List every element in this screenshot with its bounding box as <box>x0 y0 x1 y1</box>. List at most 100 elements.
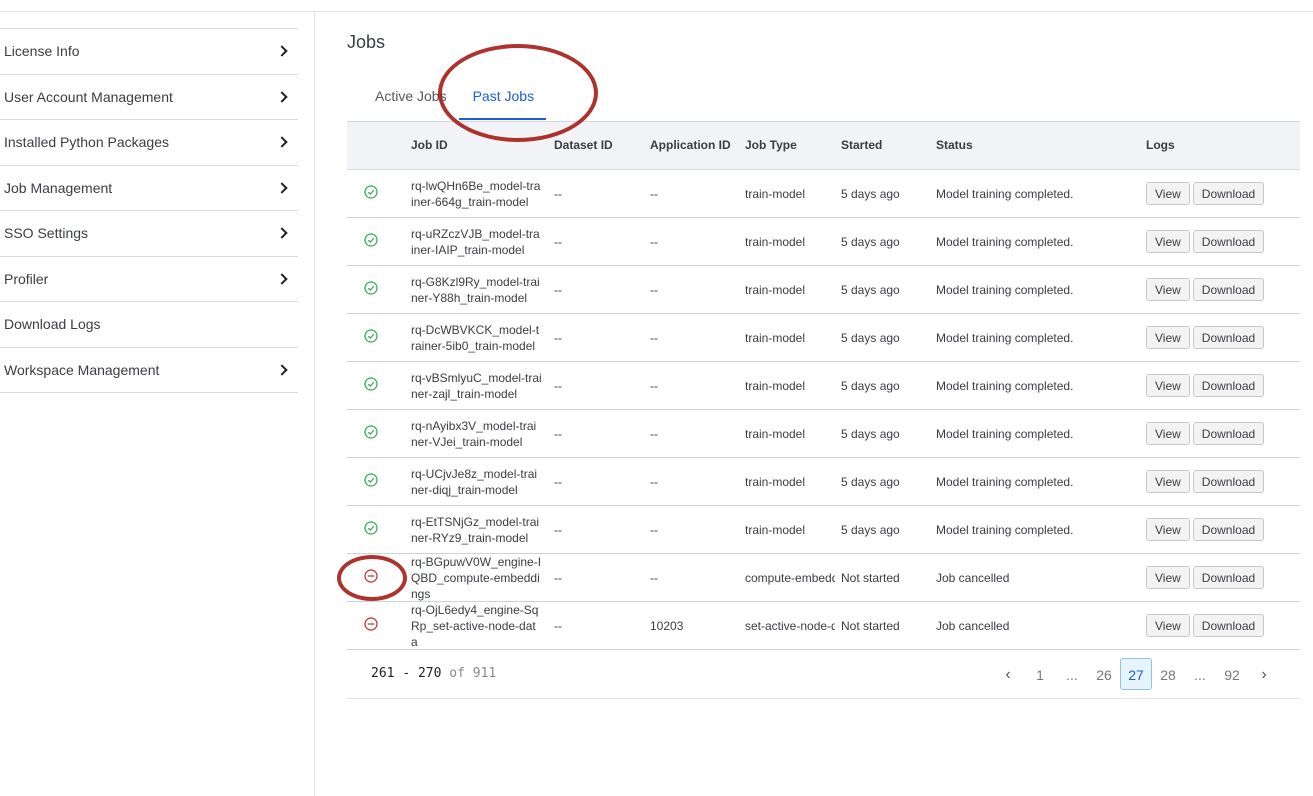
sidebar-item-sso-settings[interactable]: SSO Settings <box>0 211 298 257</box>
view-logs-button[interactable]: View <box>1146 230 1190 253</box>
download-logs-button[interactable]: Download <box>1192 518 1265 541</box>
status-cell <box>347 314 405 362</box>
status-text-cell: Model training completed. <box>936 330 1074 345</box>
check-circle-icon <box>364 233 378 247</box>
job-type-cell: compute-embeddings <box>745 570 835 585</box>
view-logs-button[interactable]: View <box>1146 470 1190 493</box>
page-ellipsis[interactable]: ... <box>1184 658 1216 690</box>
view-logs-button[interactable]: View <box>1146 326 1190 349</box>
status-text-cell: Model training completed. <box>936 282 1074 297</box>
dataset-id-cell: -- <box>554 378 562 393</box>
sidebar-item-license-info[interactable]: License Info <box>0 29 298 75</box>
application-id-cell: -- <box>650 330 658 345</box>
dataset-id-cell: -- <box>554 570 562 585</box>
download-logs-button[interactable]: Download <box>1192 614 1265 637</box>
tab-active-jobs[interactable]: Active Jobs <box>363 78 459 120</box>
job-id-cell: rq-EtTSNjGz_model-trainer-RYz9_train-mod… <box>405 506 548 554</box>
status-text-cell: Model training completed. <box>936 522 1074 537</box>
job-id-cell: rq-nAyibx3V_model-trainer-VJei_train-mod… <box>405 410 548 458</box>
page-button-92[interactable]: 92 <box>1216 658 1248 690</box>
logs-cell: View Download <box>1140 554 1300 602</box>
download-logs-button[interactable]: Download <box>1192 278 1265 301</box>
view-logs-button[interactable]: View <box>1146 422 1190 445</box>
check-circle-icon <box>364 521 378 535</box>
jobs-table: Job ID Dataset ID Application ID Job Typ… <box>347 121 1300 650</box>
dataset-id-cell: -- <box>554 282 562 297</box>
application-id-cell: -- <box>650 234 658 249</box>
status-cell <box>347 362 405 410</box>
page-ellipsis[interactable]: ... <box>1056 658 1088 690</box>
job-id: rq-vBSmlyuC_model-trainer-zajl_train-mod… <box>411 370 542 401</box>
table-row: rq-DcWBVKCK_model-trainer-5ib0_train-mod… <box>347 314 1300 362</box>
download-logs-button[interactable]: Download <box>1192 374 1265 397</box>
sidebar-item-download-logs[interactable]: Download Logs <box>0 302 298 348</box>
started-cell: 5 days ago <box>841 234 900 249</box>
col-header-job-type[interactable]: Job Type <box>739 122 835 170</box>
col-header-job-id[interactable]: Job ID <box>405 122 548 170</box>
page-button-27[interactable]: 27 <box>1120 658 1152 690</box>
view-logs-button[interactable]: View <box>1146 566 1190 589</box>
started-cell: 5 days ago <box>841 378 900 393</box>
job-type-cell: set-active-node-data <box>745 618 835 633</box>
application-id-cell: -- <box>650 186 658 201</box>
download-logs-button[interactable]: Download <box>1192 326 1265 349</box>
job-type-cell: train-model <box>745 474 806 489</box>
tab-past-jobs[interactable]: Past Jobs <box>458 78 547 120</box>
top-bar <box>0 0 1313 12</box>
status-text-cell: Job cancelled <box>936 570 1010 585</box>
view-logs-button[interactable]: View <box>1146 278 1190 301</box>
sidebar-item-job-management[interactable]: Job Management <box>0 166 298 211</box>
view-logs-button[interactable]: View <box>1146 374 1190 397</box>
download-logs-button[interactable]: Download <box>1192 230 1265 253</box>
download-logs-button[interactable]: Download <box>1192 470 1265 493</box>
job-id: rq-uRZczVJB_model-trainer-IAIP_train-mod… <box>411 226 540 257</box>
pagination-range: 261 - 270 of 911 <box>371 666 496 681</box>
dataset-id-cell: -- <box>554 186 562 201</box>
job-id-cell: rq-DcWBVKCK_model-trainer-5ib0_train-mod… <box>405 314 548 362</box>
table-row: rq-OjL6edy4_engine-SqRp_set-active-node-… <box>347 602 1300 650</box>
status-text-cell: Model training completed. <box>936 234 1074 249</box>
page-button-28[interactable]: 28 <box>1152 658 1184 690</box>
next-page-button[interactable]: › <box>1248 658 1280 690</box>
prev-page-button[interactable]: ‹ <box>992 658 1024 690</box>
download-logs-button[interactable]: Download <box>1192 182 1265 205</box>
col-header-application-id[interactable]: Application ID <box>644 122 739 170</box>
table-row: rq-lwQHn6Be_model-trainer-664g_train-mod… <box>347 170 1300 218</box>
range-separator: - <box>402 666 411 681</box>
view-logs-button[interactable]: View <box>1146 518 1190 541</box>
sidebar-item-profiler[interactable]: Profiler <box>0 257 298 302</box>
dataset-id-cell: -- <box>554 522 562 537</box>
table-row: rq-uRZczVJB_model-trainer-IAIP_train-mod… <box>347 218 1300 266</box>
status-cell <box>347 602 405 650</box>
tab-bar: Active Jobs Past Jobs <box>363 78 547 120</box>
sidebar-item-installed-python-packages[interactable]: Installed Python Packages <box>0 120 298 166</box>
download-logs-button[interactable]: Download <box>1192 566 1265 589</box>
download-logs-button[interactable]: Download <box>1192 422 1265 445</box>
col-header-dataset-id[interactable]: Dataset ID <box>548 122 644 170</box>
col-header-status-text[interactable]: Status <box>930 122 1140 170</box>
application-id-cell: -- <box>650 570 658 585</box>
started-cell: Not started <box>841 570 900 585</box>
status-cell <box>347 170 405 218</box>
logs-cell: View Download <box>1140 602 1300 650</box>
view-logs-button[interactable]: View <box>1146 614 1190 637</box>
view-logs-button[interactable]: View <box>1146 182 1190 205</box>
dataset-id-cell: -- <box>554 234 562 249</box>
col-header-started[interactable]: Started <box>835 122 930 170</box>
job-id: rq-UCjvJe8z_model-trainer-diqj_train-mod… <box>411 466 538 497</box>
job-type-cell: train-model <box>745 330 806 345</box>
logs-cell: View Download <box>1140 458 1300 506</box>
check-circle-icon <box>364 329 378 343</box>
sidebar-item-user-account-management[interactable]: User Account Management <box>0 75 298 120</box>
page-button-1[interactable]: 1 <box>1024 658 1056 690</box>
table-row: rq-nAyibx3V_model-trainer-VJei_train-mod… <box>347 410 1300 458</box>
page-button-26[interactable]: 26 <box>1088 658 1120 690</box>
chevron-right-icon <box>276 364 288 376</box>
chevron-right-icon <box>276 136 288 148</box>
logs-cell: View Download <box>1140 218 1300 266</box>
status-cell <box>347 506 405 554</box>
sidebar-item-label: Download Logs <box>4 316 101 333</box>
sidebar-item-workspace-management[interactable]: Workspace Management <box>0 348 298 393</box>
job-type-cell: train-model <box>745 378 806 393</box>
dataset-id-cell: -- <box>554 330 562 345</box>
